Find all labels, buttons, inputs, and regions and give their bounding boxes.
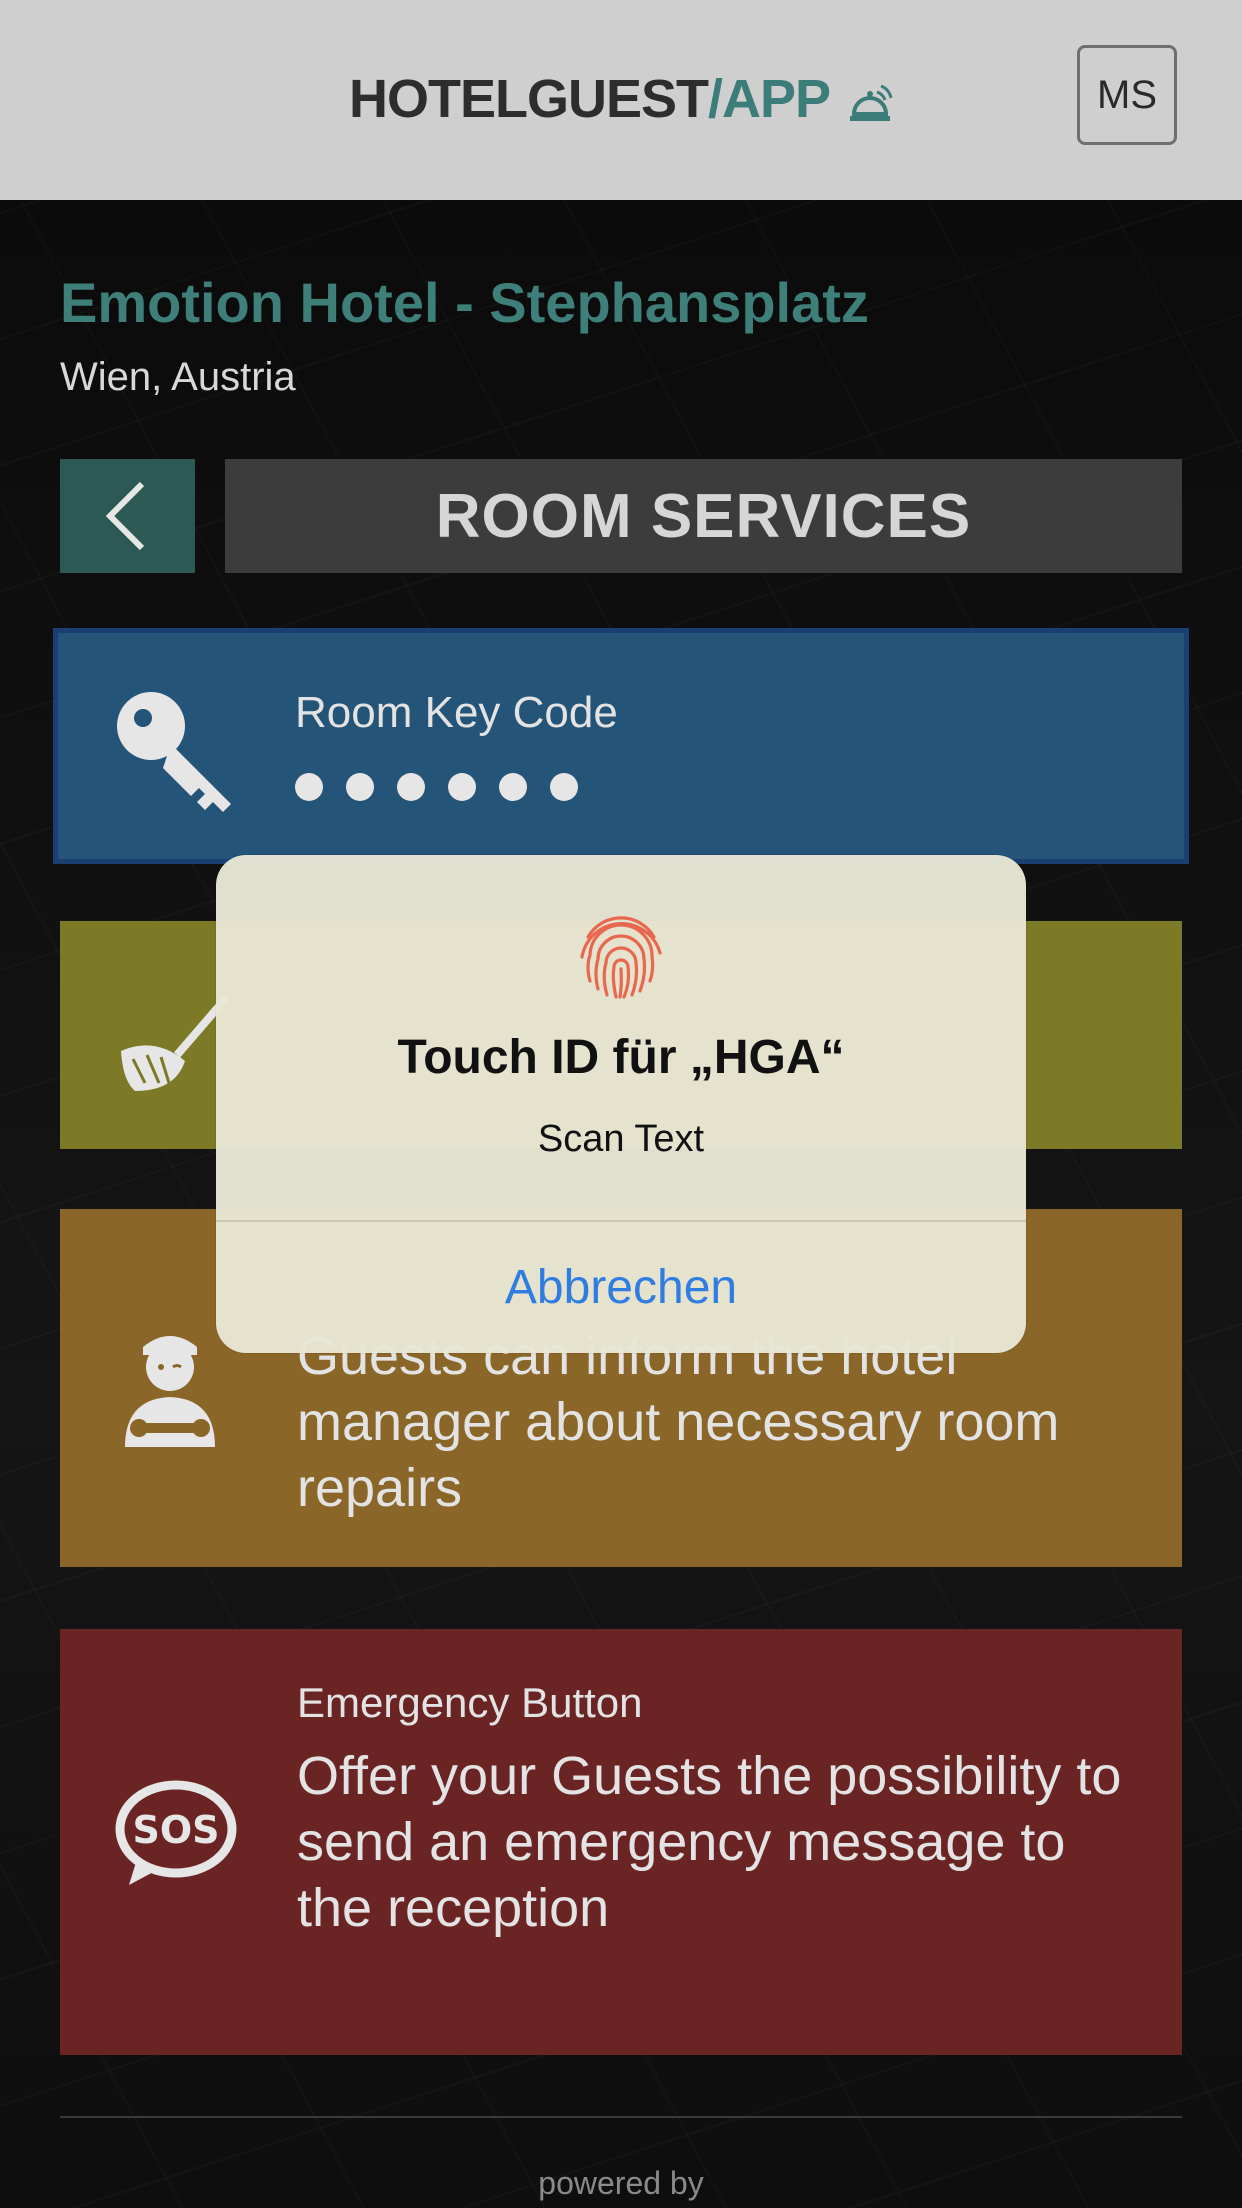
- emergency-card[interactable]: SOS Emergency Button Offer your Guests t…: [60, 1629, 1182, 2055]
- bell-icon: [850, 84, 893, 121]
- section-title: ROOM SERVICES: [225, 459, 1182, 573]
- footer-divider: [60, 2116, 1182, 2118]
- dialog-subtitle: Scan Text: [537, 1118, 705, 1160]
- back-button[interactable]: [60, 459, 195, 573]
- emergency-description: Offer your Guests the possibility to sen…: [297, 1746, 1122, 1938]
- app-logo: HOTELGUEST/APP: [0, 68, 1242, 130]
- user-avatar-button[interactable]: MS: [1077, 45, 1177, 145]
- logo-text-primary: HOTELGUEST: [348, 69, 709, 129]
- sos-icon: SOS: [115, 1780, 237, 1885]
- mechanic-icon: [125, 1336, 215, 1447]
- key-icon: [117, 692, 231, 812]
- masked-code: [295, 773, 578, 801]
- emergency-title: Emergency Button: [297, 1679, 643, 1726]
- code-dot: [295, 773, 323, 801]
- fingerprint-icon: [580, 916, 662, 999]
- powered-by-text: powered by: [538, 2165, 704, 2201]
- cancel-button[interactable]: Abbrechen: [216, 1222, 1026, 1353]
- svg-text:SOS: SOS: [132, 1808, 219, 1852]
- touch-id-dialog: Touch ID für „HGA“ Scan Text Abbrechen: [216, 855, 1026, 1353]
- room-key-title: Room Key Code: [295, 688, 618, 737]
- code-dot: [550, 773, 578, 801]
- logo-text-accent: /APP: [707, 69, 830, 129]
- hotel-name: Emotion Hotel - Stephansplatz: [60, 271, 869, 334]
- chevron-left-icon: [105, 481, 144, 551]
- app-header: HOTELGUEST/APP MS: [0, 0, 1242, 200]
- code-dot: [499, 773, 527, 801]
- code-dot: [448, 773, 476, 801]
- dialog-title: Touch ID für „HGA“: [397, 1031, 845, 1084]
- code-dot: [346, 773, 374, 801]
- hotel-location: Wien, Austria: [60, 355, 296, 399]
- room-key-card[interactable]: Room Key Code: [53, 628, 1189, 864]
- code-dot: [397, 773, 425, 801]
